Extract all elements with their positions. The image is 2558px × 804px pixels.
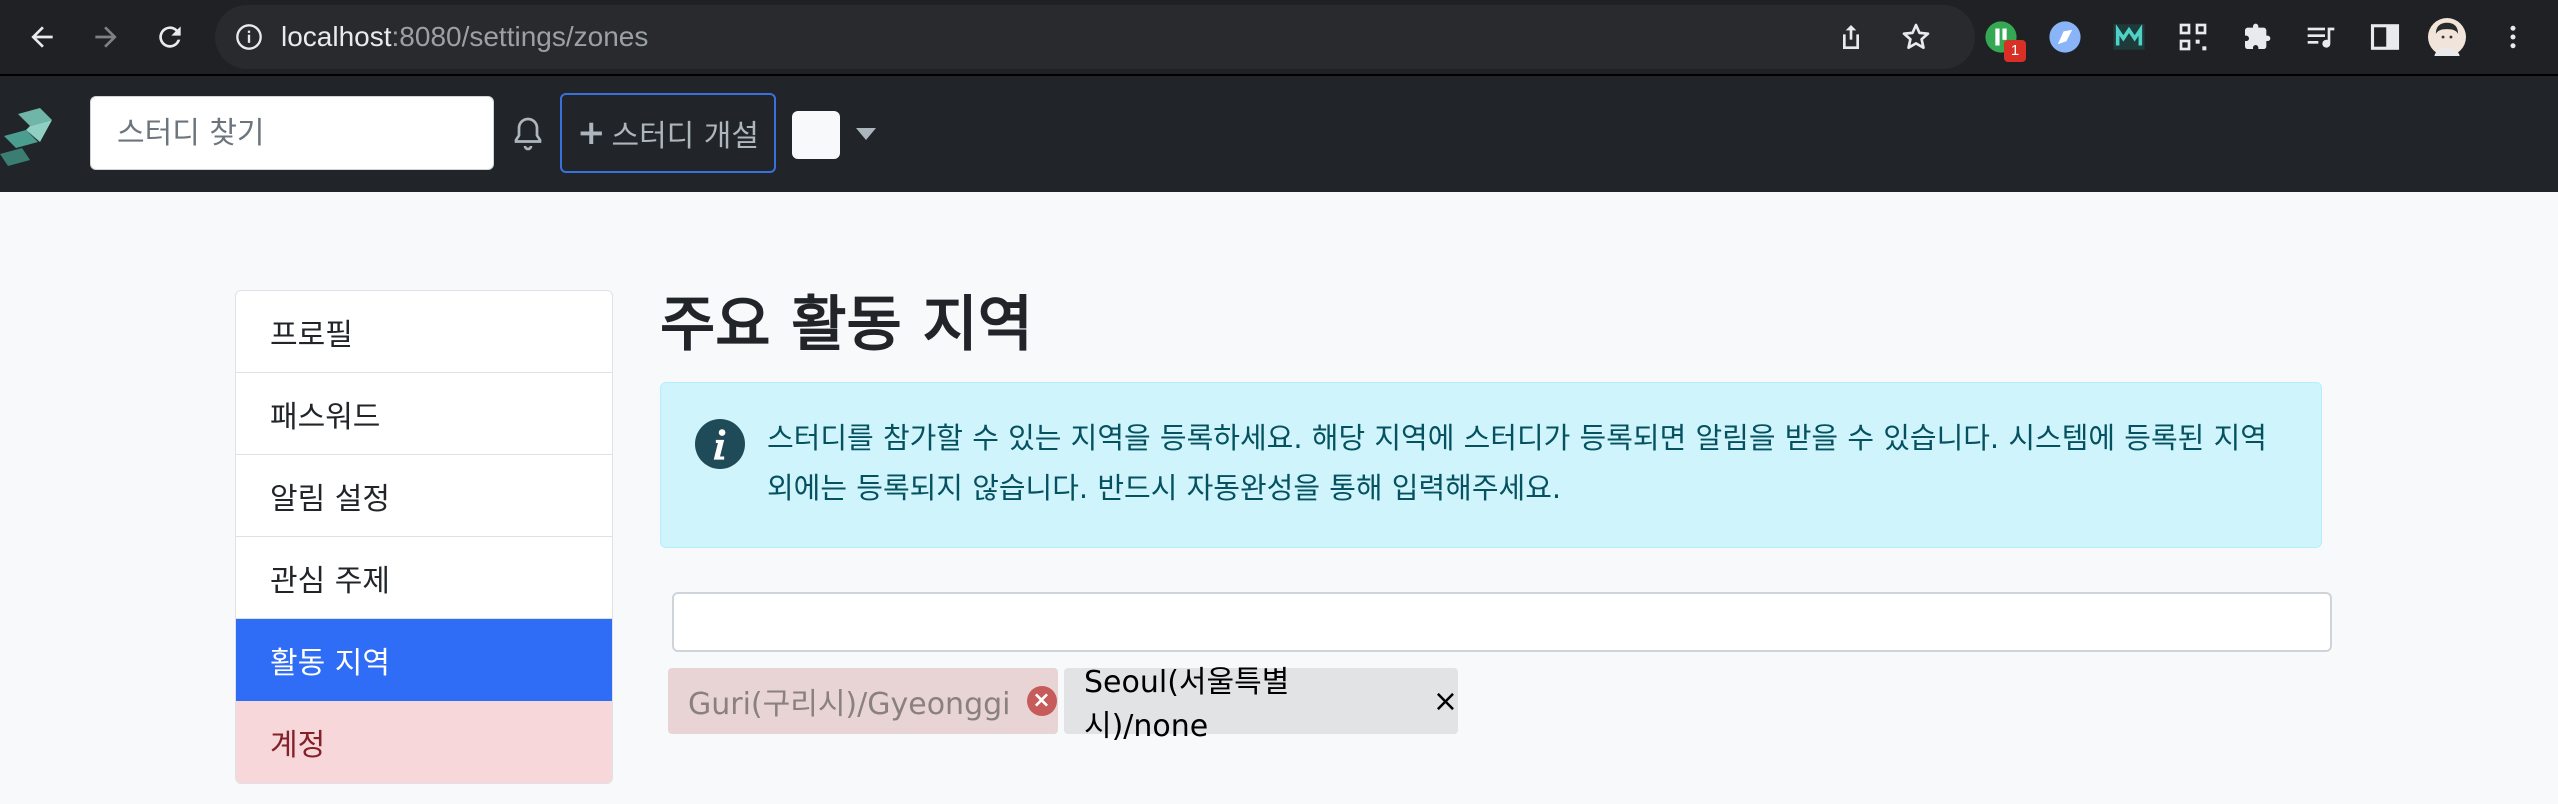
browser-menu-icon[interactable]	[2494, 18, 2532, 56]
extension-compass-icon[interactable]	[2046, 18, 2084, 56]
profile-dropdown-caret-icon[interactable]	[856, 128, 876, 140]
sidebar-item-zones[interactable]: 활동 지역	[236, 619, 612, 701]
browser-toolbar: localhost:8080/settings/zones 1	[0, 0, 2558, 74]
info-circle-icon	[695, 419, 745, 469]
app-navbar: + 스터디 개설	[0, 76, 2558, 192]
remove-tag-icon[interactable]: ×	[1026, 686, 1057, 716]
extension-qr-icon[interactable]	[2174, 18, 2212, 56]
side-panel-icon[interactable]	[2366, 18, 2404, 56]
sidebar-item-notifications[interactable]: 알림 설정	[236, 455, 612, 537]
reload-icon[interactable]	[148, 12, 192, 62]
zone-tag-label: Seoul(서울특별시)/none	[1084, 665, 1290, 744]
sidebar-item-profile[interactable]: 프로필	[236, 291, 612, 373]
info-alert: 스터디를 참가할 수 있는 지역을 등록하세요. 해당 지역에 스터디가 등록되…	[660, 382, 2322, 548]
extension-m-icon[interactable]	[2110, 18, 2148, 56]
create-study-label: 스터디 개설	[611, 119, 760, 154]
address-bar[interactable]: localhost:8080/settings/zones	[215, 5, 1975, 69]
media-queue-icon[interactable]	[2302, 18, 2340, 56]
user-avatar[interactable]	[792, 111, 840, 159]
brand-logo-icon[interactable]	[0, 106, 56, 166]
page-title: 주요 활동 지역	[660, 290, 1033, 360]
remove-tag-icon[interactable]: ×	[1433, 684, 1458, 719]
info-alert-message: 스터디를 참가할 수 있는 지역을 등록하세요. 해당 지역에 스터디가 등록되…	[767, 421, 2267, 505]
sidebar-item-tags[interactable]: 관심 주제	[236, 537, 612, 619]
url-text: localhost:8080/settings/zones	[281, 21, 649, 52]
sidebar-item-password[interactable]: 패스워드	[236, 373, 612, 455]
bookmark-star-icon[interactable]	[1900, 21, 1932, 53]
extension-badge: 1	[2004, 40, 2026, 62]
sidebar-item-account[interactable]: 계정	[236, 701, 612, 783]
notification-bell-icon[interactable]	[510, 114, 546, 154]
study-search-input[interactable]	[90, 96, 494, 170]
forward-icon[interactable]	[84, 12, 128, 62]
zone-tag[interactable]: Seoul(서울특별시)/none ×	[1064, 665, 1458, 744]
site-info-icon[interactable]	[235, 23, 263, 51]
extensions-puzzle-icon[interactable]	[2238, 18, 2276, 56]
plus-icon: +	[576, 113, 606, 153]
zone-tag-input[interactable]	[672, 592, 2332, 652]
settings-sidebar: 프로필 패스워드 알림 설정 관심 주제 활동 지역 계정	[235, 290, 613, 784]
share-icon[interactable]	[1835, 21, 1867, 53]
create-study-button[interactable]: + 스터디 개설	[560, 93, 776, 173]
profile-avatar-icon[interactable]	[2428, 18, 2466, 56]
zone-tag[interactable]: Guri(구리시)/Gyeonggi ×	[668, 668, 1058, 734]
back-icon[interactable]	[20, 12, 64, 62]
zone-tag-label: Guri(구리시)/Gyeonggi	[688, 687, 1011, 722]
